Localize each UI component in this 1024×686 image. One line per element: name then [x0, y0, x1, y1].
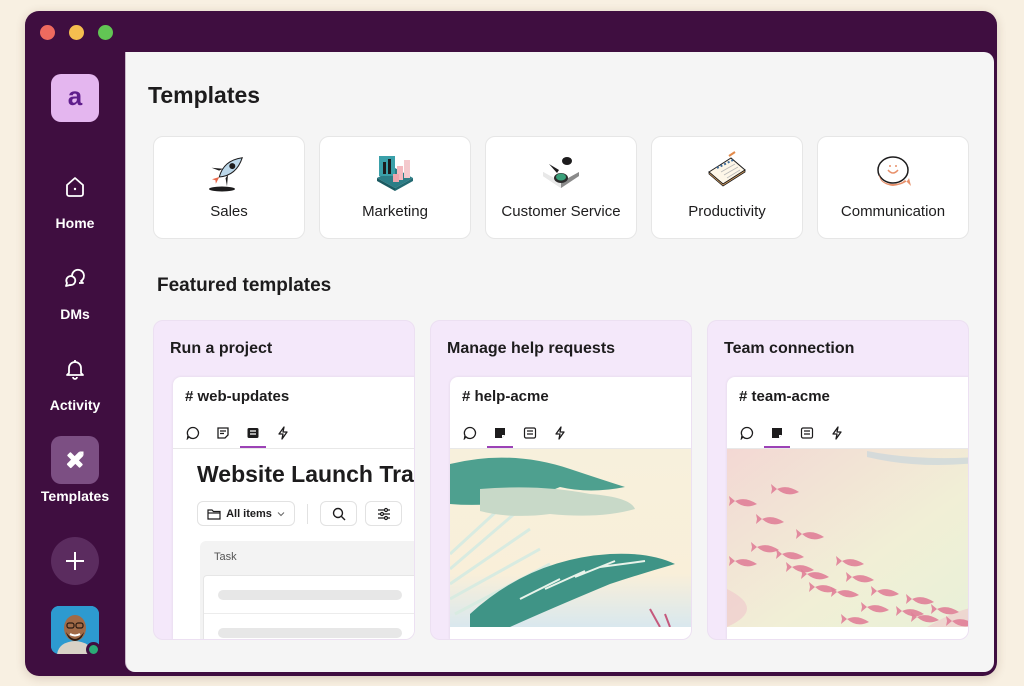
category-label: Sales — [210, 203, 248, 220]
window-controls — [40, 25, 113, 40]
category-label: Customer Service — [501, 203, 621, 220]
sidebar-item-label: DMs — [60, 306, 90, 322]
workflow-tab-icon — [829, 425, 845, 441]
sidebar: a Home DMs Activity Templates — [25, 63, 125, 675]
sidebar-item-activity[interactable]: Activity — [25, 345, 125, 413]
sidebar-item-label: Home — [55, 215, 95, 231]
canvas-tab-icon — [487, 425, 513, 448]
bell-icon — [51, 345, 99, 393]
filter-dropdown[interactable]: All items — [197, 501, 295, 526]
column-header-task: Task — [214, 551, 237, 563]
sidebar-item-dms[interactable]: DMs — [25, 254, 125, 322]
featured-templates: Run a project # web-updates Website Laun… — [153, 320, 969, 640]
presence-indicator — [86, 642, 101, 657]
workflow-tab-icon — [275, 425, 291, 441]
chat-bubble-icon — [869, 149, 917, 195]
channel-tabs — [185, 425, 291, 448]
search-button[interactable] — [320, 501, 357, 526]
canvas-tab-icon — [764, 425, 790, 448]
category-card-productivity[interactable]: Productivity — [651, 136, 803, 239]
messages-tab-icon — [462, 425, 478, 441]
channel-preview: # help-acme — [450, 377, 691, 639]
channel-preview: # team-acme — [727, 377, 968, 639]
featured-card-title: Team connection — [724, 340, 855, 357]
zoom-window-button[interactable] — [98, 25, 113, 40]
skeleton-placeholder — [218, 590, 402, 600]
filter-label: All items — [226, 507, 272, 520]
chevron-down-icon — [277, 511, 285, 516]
category-label: Communication — [840, 203, 946, 220]
featured-section-title: Featured templates — [157, 275, 332, 296]
category-label: Productivity — [688, 203, 766, 220]
sidebar-item-label: Templates — [40, 488, 110, 504]
sidebar-item-templates[interactable]: Templates — [25, 436, 125, 504]
filter-settings-button[interactable] — [365, 501, 402, 526]
tropical-leaves-illustration — [450, 449, 691, 628]
sidebar-item-home[interactable]: Home — [25, 163, 125, 231]
messages-tab-icon — [185, 425, 201, 441]
workspace-switcher[interactable]: a — [51, 74, 99, 122]
channel-name: # web-updates — [185, 388, 290, 405]
category-card-marketing[interactable]: Marketing — [319, 136, 471, 239]
featured-card-manage-help-requests[interactable]: Manage help requests # help-acme — [430, 320, 692, 640]
list-toolbar: All items — [197, 501, 402, 526]
fish-school-illustration — [727, 449, 968, 627]
page-title: Templates — [148, 82, 261, 108]
featured-card-title: Manage help requests — [447, 340, 616, 357]
featured-card-run-a-project[interactable]: Run a project # web-updates Website Laun… — [153, 320, 415, 640]
task-table: Task — [200, 541, 414, 639]
table-row[interactable] — [204, 614, 414, 639]
channel-preview: # web-updates Website Launch Tracker All… — [173, 377, 414, 639]
folder-icon — [207, 508, 221, 520]
dms-icon — [51, 254, 99, 302]
channel-tabs — [462, 425, 568, 448]
support-icon — [537, 149, 585, 195]
channel-name: # help-acme — [462, 388, 549, 405]
app-window: a Home DMs Activity Templates Templates … — [25, 11, 997, 676]
chart-briefcase-icon — [371, 149, 419, 195]
add-button[interactable] — [51, 537, 99, 585]
sidebar-item-label: Activity — [49, 397, 101, 413]
home-icon — [51, 163, 99, 211]
channel-name: # team-acme — [739, 388, 830, 405]
task-rows — [203, 575, 414, 639]
toolbar-divider — [307, 503, 308, 524]
list-tab-icon — [522, 425, 538, 441]
search-icon — [332, 507, 345, 520]
minimize-window-button[interactable] — [69, 25, 84, 40]
templates-icon — [51, 436, 99, 484]
category-label: Marketing — [362, 203, 428, 220]
workflow-tab-icon — [552, 425, 568, 441]
plus-icon — [66, 552, 84, 570]
notebook-icon — [703, 149, 751, 195]
close-window-button[interactable] — [40, 25, 55, 40]
canvas-tab-icon — [215, 425, 231, 441]
list-tab-icon — [799, 425, 815, 441]
list-title: Website Launch Tracker — [197, 461, 414, 487]
category-card-communication[interactable]: Communication — [817, 136, 969, 239]
template-categories: Sales Marketing Customer Service Product… — [153, 136, 969, 239]
table-row[interactable] — [204, 576, 414, 614]
channel-tabs — [739, 425, 845, 448]
featured-card-title: Run a project — [170, 340, 273, 357]
featured-card-team-connection[interactable]: Team connection # team-acme — [707, 320, 969, 640]
category-card-customer-service[interactable]: Customer Service — [485, 136, 637, 239]
category-card-sales[interactable]: Sales — [153, 136, 305, 239]
skeleton-placeholder — [218, 628, 402, 638]
sliders-icon — [377, 507, 390, 520]
rocket-icon — [205, 149, 253, 195]
templates-page: Templates Sales Marketing Customer Servi… — [125, 52, 994, 672]
list-tab-icon — [240, 425, 266, 448]
messages-tab-icon — [739, 425, 755, 441]
tab-divider — [173, 448, 414, 449]
